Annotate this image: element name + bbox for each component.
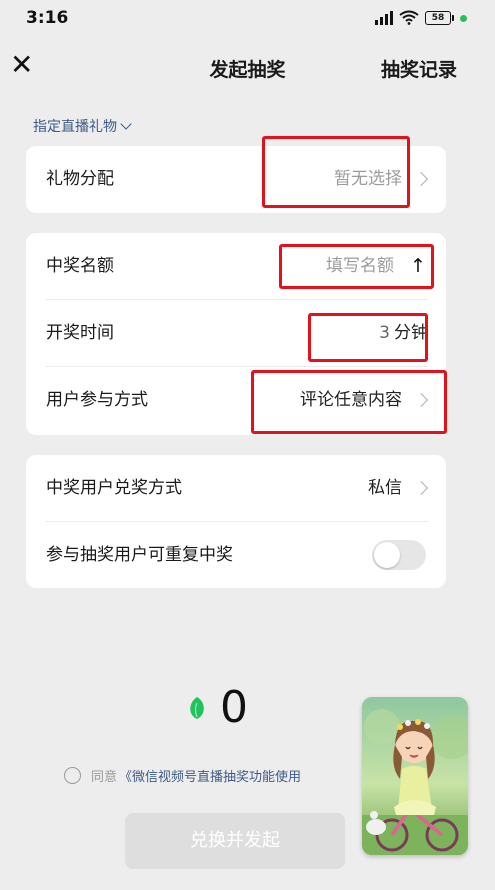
girl-on-bicycle-illustration [362,697,468,855]
coin-count: 0 [220,682,248,733]
redeem-method-label: 中奖用户兑奖方式 [46,478,182,498]
agreement-link[interactable]: 《微信视频号直播抽奖功能使用 [119,766,301,785]
agreement-checkbox[interactable] [64,767,81,784]
exchange-and-start-button[interactable]: 兑换并发起 [125,813,345,869]
status-bar: 3:16 58 [0,0,495,38]
status-icons: 58 [375,10,454,25]
highlight-box [262,136,410,208]
draw-time-label: 开奖时间 [46,323,114,343]
chevron-down-icon [120,118,132,130]
highlight-box [308,313,428,362]
repeat-win-toggle[interactable] [372,540,426,570]
chevron-right-icon [413,171,429,187]
redeem-method-value: 私信 [368,478,402,498]
nav-bar: ✕ 发起抽奖 抽奖记录 [0,38,495,96]
signal-icon [375,10,393,25]
redeem-method-row[interactable]: 中奖用户兑奖方式 私信 [46,455,429,521]
participation-label: 用户参与方式 [46,390,148,410]
agreement-row: 同意 《微信视频号直播抽奖功能使用 [64,766,301,785]
winner-count-label: 中奖名额 [46,256,114,276]
status-time: 3:16 [26,8,69,28]
privacy-indicator-dot [460,15,467,22]
coin-balance: 0 [186,684,248,732]
gift-allocation-label: 礼物分配 [46,169,114,189]
redeem-settings-card: 中奖用户兑奖方式 私信 参与抽奖用户可重复中奖 [26,455,446,588]
highlight-box [251,370,447,434]
toggle-knob [374,542,400,568]
gift-type-dropdown[interactable]: 指定直播礼物 [33,116,132,136]
repeat-win-label: 参与抽奖用户可重复中奖 [46,545,233,565]
gift-type-label: 指定直播礼物 [33,119,117,135]
leaf-coin-icon [190,697,204,719]
highlight-box [279,244,434,289]
battery-icon: 58 [425,10,454,25]
agreement-prefix: 同意 [91,770,118,785]
live-preview-thumbnail[interactable] [362,697,468,855]
lottery-records-link[interactable]: 抽奖记录 [381,55,457,82]
repeat-win-row: 参与抽奖用户可重复中奖 [46,522,428,588]
wifi-icon [399,10,419,25]
chevron-right-icon [413,480,429,496]
